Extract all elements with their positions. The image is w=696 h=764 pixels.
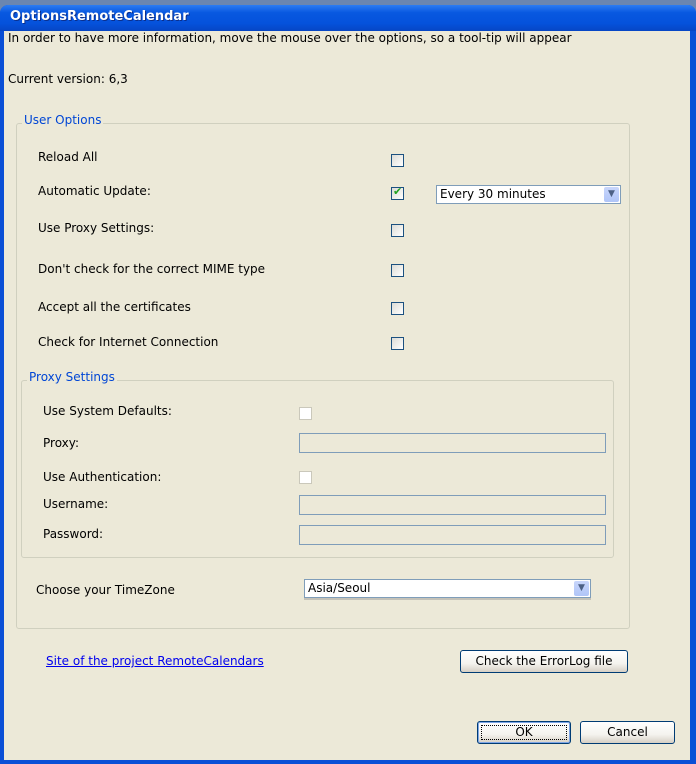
- use-system-defaults-checkbox[interactable]: [299, 407, 312, 420]
- password-label: Password:: [43, 527, 104, 541]
- check-errorlog-button[interactable]: Check the ErrorLog file: [460, 650, 628, 673]
- reload-all-checkbox[interactable]: [391, 154, 404, 167]
- password-input[interactable]: [299, 525, 606, 545]
- use-authentication-checkbox[interactable]: [299, 471, 312, 484]
- use-system-defaults-label: Use System Defaults:: [43, 404, 172, 418]
- automatic-update-checkbox[interactable]: ✔: [391, 185, 404, 200]
- timezone-label: Choose your TimeZone: [36, 583, 175, 597]
- use-authentication-label: Use Authentication:: [43, 470, 162, 484]
- timezone-select[interactable]: Asia/Seoul ▼: [304, 579, 591, 598]
- title-bar[interactable]: OptionsRemoteCalendar: [0, 5, 696, 31]
- dialog-body: In order to have more information, move …: [4, 31, 690, 760]
- update-interval-select[interactable]: Every 30 minutes ▼: [436, 185, 621, 204]
- accept-certificates-label: Accept all the certificates: [38, 300, 191, 314]
- window-title: OptionsRemoteCalendar: [10, 9, 189, 24]
- proxy-label: Proxy:: [43, 436, 80, 450]
- project-site-link[interactable]: Site of the project RemoteCalendars: [46, 654, 264, 668]
- ok-button[interactable]: OK: [477, 721, 571, 744]
- intro-text: In order to have more information, move …: [8, 31, 572, 45]
- use-proxy-label: Use Proxy Settings:: [38, 221, 155, 235]
- timezone-value: Asia/Seoul: [308, 581, 371, 595]
- automatic-update-label: Automatic Update:: [38, 184, 151, 198]
- accept-certificates-checkbox[interactable]: [391, 302, 404, 315]
- version-text: Current version: 6,3: [8, 72, 128, 86]
- chevron-down-icon[interactable]: ▼: [604, 187, 619, 202]
- use-proxy-checkbox[interactable]: [391, 224, 404, 237]
- mime-check-checkbox[interactable]: [391, 264, 404, 277]
- focus-rect: [481, 725, 567, 740]
- internet-check-label: Check for Internet Connection: [38, 335, 219, 349]
- checkmark-icon: ✔: [393, 185, 403, 198]
- mime-check-label: Don't check for the correct MIME type: [38, 262, 266, 276]
- update-interval-value: Every 30 minutes: [440, 187, 546, 201]
- cancel-button[interactable]: Cancel: [580, 721, 675, 744]
- options-dialog: OptionsRemoteCalendar In order to have m…: [0, 5, 696, 764]
- username-label: Username:: [43, 497, 109, 511]
- proxy-input[interactable]: [299, 433, 606, 453]
- reload-all-label: Reload All: [38, 150, 98, 164]
- user-options-label: User Options: [22, 113, 104, 127]
- proxy-settings-label: Proxy Settings: [27, 370, 117, 384]
- chevron-down-icon[interactable]: ▼: [574, 581, 589, 596]
- internet-check-checkbox[interactable]: [391, 337, 404, 350]
- username-input[interactable]: [299, 495, 606, 515]
